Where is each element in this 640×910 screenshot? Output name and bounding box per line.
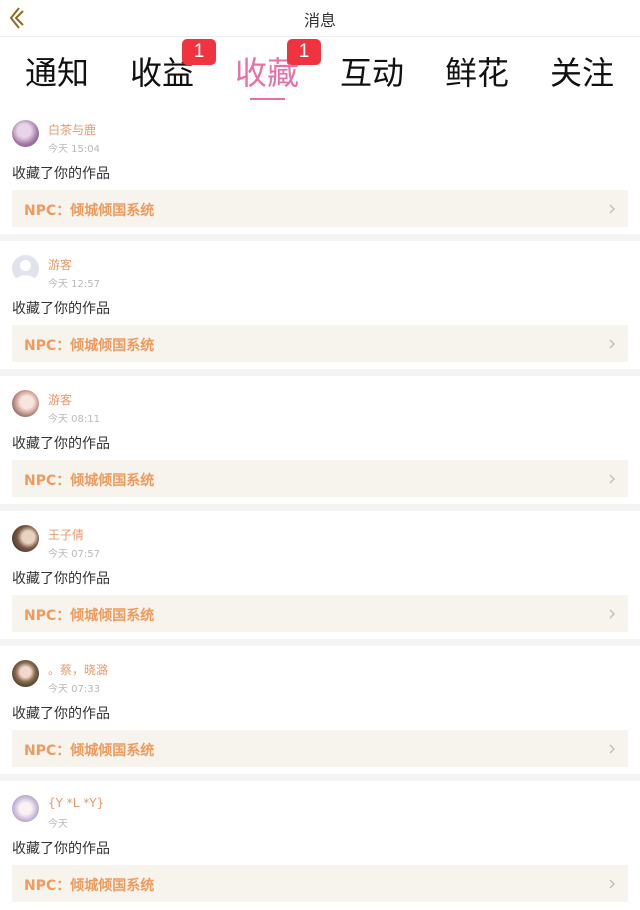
- action-text: 收藏了你的作品: [12, 571, 110, 587]
- avatar[interactable]: [12, 660, 39, 687]
- username[interactable]: 。蔡，晓潞: [48, 661, 108, 678]
- tab-earnings[interactable]: 收益 1: [112, 39, 216, 94]
- list-item: 。蔡，晓潞 今天 07:33 收藏了你的作品 NPC：倾城倾国系统: [0, 646, 640, 774]
- username[interactable]: 白茶与鹿: [48, 121, 96, 138]
- tab-follows[interactable]: 关注: [532, 48, 632, 94]
- tab-label: 关注: [549, 54, 614, 92]
- unread-badge: 1: [287, 39, 321, 65]
- username[interactable]: 游客: [48, 256, 72, 273]
- list-item: 游客 今天 12:57 收藏了你的作品 NPC：倾城倾国系统: [0, 241, 640, 369]
- divider: [0, 774, 640, 781]
- action-text: 收藏了你的作品: [12, 301, 110, 317]
- avatar[interactable]: [12, 120, 39, 147]
- tab-flowers[interactable]: 鲜花: [427, 48, 527, 94]
- avatar[interactable]: [12, 795, 39, 822]
- chevron-right-icon: [609, 204, 615, 214]
- top-bar: 消息: [0, 0, 640, 37]
- action-text: 收藏了你的作品: [12, 841, 110, 857]
- list-item: 白茶与鹿 今天 15:04 收藏了你的作品 NPC：倾城倾国系统: [0, 106, 640, 234]
- tab-label: 互动: [339, 54, 404, 92]
- work-title: NPC：倾城倾国系统: [24, 203, 155, 219]
- action-text: 收藏了你的作品: [12, 436, 110, 452]
- timestamp: 今天: [48, 819, 68, 830]
- avatar[interactable]: [12, 390, 39, 417]
- work-title: NPC：倾城倾国系统: [24, 608, 155, 624]
- username[interactable]: {Y *L *Y}: [48, 796, 104, 810]
- work-title: NPC：倾城倾国系统: [24, 473, 155, 489]
- avatar[interactable]: [12, 525, 39, 552]
- work-link[interactable]: NPC：倾城倾国系统: [12, 595, 628, 632]
- list-item: 游客 今天 08:11 收藏了你的作品 NPC：倾城倾国系统: [0, 376, 640, 504]
- action-text: 收藏了你的作品: [12, 166, 110, 182]
- timestamp: 今天 08:11: [48, 414, 100, 425]
- username[interactable]: 游客: [48, 391, 72, 408]
- username[interactable]: 王子倩: [48, 526, 84, 543]
- timestamp: 今天 07:57: [48, 549, 100, 560]
- divider: [0, 369, 640, 376]
- work-title: NPC：倾城倾国系统: [24, 878, 155, 894]
- work-link[interactable]: NPC：倾城倾国系统: [12, 730, 628, 767]
- active-tab-indicator: [250, 98, 285, 100]
- list-item: 王子倩 今天 07:57 收藏了你的作品 NPC：倾城倾国系统: [0, 511, 640, 639]
- work-title: NPC：倾城倾国系统: [24, 743, 155, 759]
- tab-bar: 通知 收益 1 收藏 1 互动 鲜花 关注: [0, 36, 640, 106]
- divider: [0, 639, 640, 646]
- timestamp: 今天 15:04: [48, 144, 100, 155]
- unread-badge: 1: [182, 39, 216, 65]
- work-link[interactable]: NPC：倾城倾国系统: [12, 190, 628, 227]
- chevron-right-icon: [609, 744, 615, 754]
- page-title: 消息: [303, 11, 336, 30]
- tab-notifications[interactable]: 通知: [7, 48, 107, 94]
- work-link[interactable]: NPC：倾城倾国系统: [12, 460, 628, 497]
- tab-label: 通知: [24, 54, 89, 92]
- action-text: 收藏了你的作品: [12, 706, 110, 722]
- tab-label: 鲜花: [444, 54, 509, 92]
- avatar[interactable]: [12, 255, 39, 282]
- tab-favorites[interactable]: 收藏 1: [217, 39, 321, 94]
- chevron-right-icon: [609, 474, 615, 484]
- timestamp: 今天 07:33: [48, 684, 100, 695]
- chevron-right-icon: [609, 339, 615, 349]
- list-item: {Y *L *Y} 今天 收藏了你的作品 NPC：倾城倾国系统: [0, 781, 640, 909]
- work-link[interactable]: NPC：倾城倾国系统: [12, 865, 628, 902]
- divider: [0, 504, 640, 511]
- chevron-right-icon: [609, 609, 615, 619]
- work-title: NPC：倾城倾国系统: [24, 338, 155, 354]
- tab-interactions[interactable]: 互动: [322, 48, 422, 94]
- work-link[interactable]: NPC：倾城倾国系统: [12, 325, 628, 362]
- divider: [0, 234, 640, 241]
- timestamp: 今天 12:57: [48, 279, 100, 290]
- chevron-right-icon: [609, 879, 615, 889]
